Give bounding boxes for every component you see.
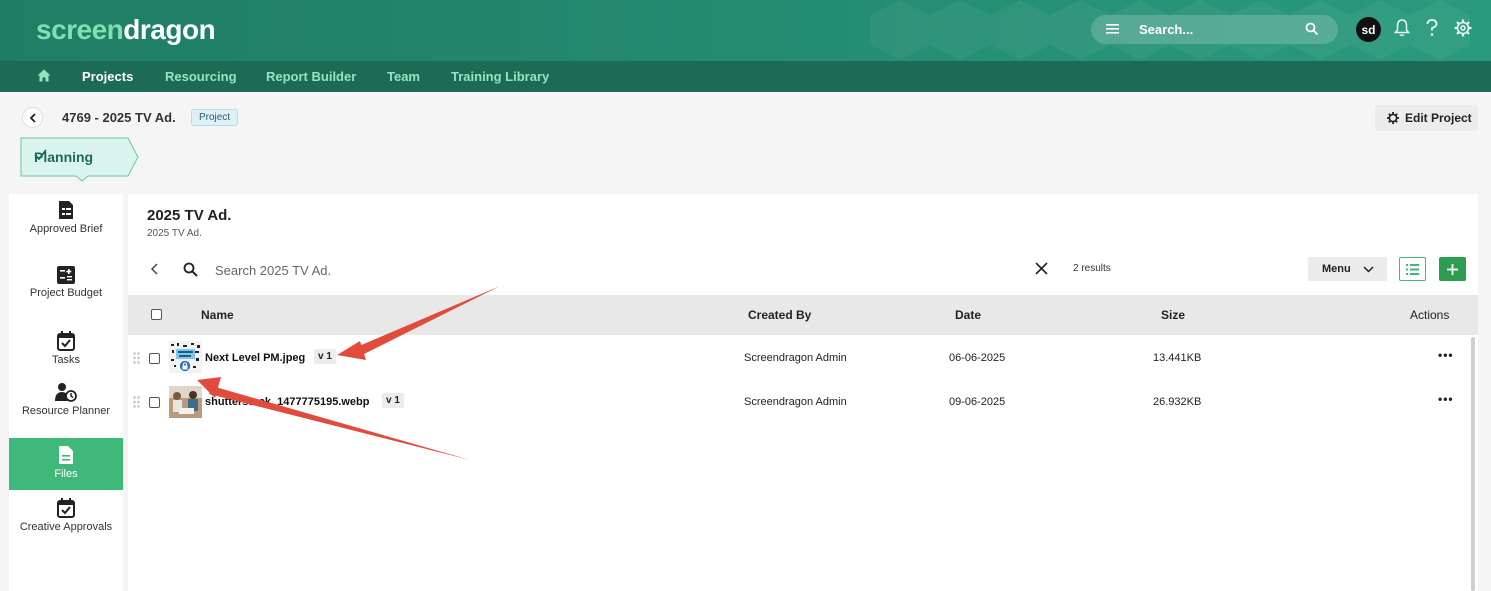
brand-logo[interactable]: screendragon	[36, 14, 216, 46]
table-header: Name Created By Date Size Actions	[128, 295, 1478, 335]
file-date: 09-06-2025	[949, 396, 1006, 408]
chevron-left-icon[interactable]	[150, 262, 160, 276]
global-search[interactable]	[1091, 15, 1338, 44]
row-checkbox[interactable]	[149, 353, 160, 364]
close-icon[interactable]	[1035, 262, 1048, 275]
project-type-badge: Project	[191, 109, 239, 126]
add-file-button[interactable]	[1439, 257, 1466, 281]
file-thumbnail[interactable]	[169, 341, 202, 373]
project-title: 4769 - 2025 TV Ad.	[62, 110, 176, 125]
nav-resourcing[interactable]: Resourcing	[165, 69, 237, 84]
top-header: screendragon sd	[0, 0, 1491, 61]
nav-training-library[interactable]: Training Library	[451, 69, 549, 84]
list-icon	[1406, 263, 1419, 275]
select-all-checkbox[interactable]	[151, 309, 162, 320]
sidebar-item-resource-planner[interactable]: Resource Planner	[9, 382, 123, 432]
column-date[interactable]: Date	[955, 308, 981, 322]
table-row[interactable]: Next Level PM.jpeg v 1 Screendragon Admi…	[128, 336, 1468, 380]
file-icon	[59, 446, 73, 464]
global-search-input[interactable]	[1139, 20, 1289, 39]
search-icon[interactable]	[1305, 22, 1319, 36]
row-checkbox[interactable]	[149, 397, 160, 408]
list-view-button[interactable]	[1399, 257, 1426, 281]
check-icon	[34, 149, 47, 160]
bell-icon[interactable]	[1394, 19, 1410, 37]
sidebar-item-creative-approvals[interactable]: Creative Approvals	[9, 498, 123, 554]
file-name[interactable]: shutterstock_1477775195.webp	[205, 396, 369, 408]
sidebar-item-tasks[interactable]: Tasks	[9, 331, 123, 377]
files-search-input[interactable]	[215, 261, 515, 279]
calendar-check-icon	[57, 498, 75, 518]
nav-projects[interactable]: Projects	[82, 69, 133, 84]
results-count: 2 results	[1073, 263, 1111, 274]
table-row[interactable]: shutterstock_1477775195.webp v 1 Screend…	[128, 380, 1468, 424]
drag-handle-icon[interactable]	[133, 352, 140, 364]
created-by: Screendragon Admin	[744, 352, 847, 364]
column-size[interactable]: Size	[1161, 308, 1185, 322]
menu-icon[interactable]	[1106, 23, 1119, 35]
main-nav: Projects Resourcing Report Builder Team …	[0, 61, 1491, 92]
gear-icon	[1387, 112, 1399, 124]
chevron-down-icon	[1363, 265, 1374, 273]
back-button[interactable]	[22, 107, 43, 128]
file-size: 13.441KB	[1153, 352, 1202, 364]
version-badge[interactable]: v 1	[382, 393, 404, 408]
table-scrollbar[interactable]	[1471, 337, 1475, 591]
help-icon[interactable]	[1425, 19, 1439, 37]
calculator-icon	[57, 266, 75, 284]
calendar-check-icon	[57, 331, 75, 351]
brief-icon	[59, 201, 73, 219]
menu-dropdown[interactable]: Menu	[1308, 257, 1387, 281]
row-actions-menu[interactable]: •••	[1438, 392, 1454, 406]
plus-icon	[1447, 263, 1458, 275]
nav-report-builder[interactable]: Report Builder	[266, 69, 356, 84]
project-sidebar: Approved Brief Project Budget Tasks Reso…	[9, 194, 123, 591]
user-avatar[interactable]: sd	[1356, 17, 1381, 42]
row-actions-menu[interactable]: •••	[1438, 348, 1454, 362]
sidebar-item-project-budget[interactable]: Project Budget	[9, 266, 123, 324]
column-name[interactable]: Name	[201, 308, 234, 322]
chevron-left-icon	[29, 112, 36, 123]
nav-team[interactable]: Team	[387, 69, 420, 84]
created-by: Screendragon Admin	[744, 396, 847, 408]
file-date: 06-06-2025	[949, 352, 1006, 364]
search-icon	[183, 262, 198, 277]
panel-title: 2025 TV Ad.	[147, 207, 232, 224]
column-actions: Actions	[1410, 308, 1450, 322]
sidebar-item-approved-brief[interactable]: Approved Brief	[9, 200, 123, 260]
sidebar-item-files[interactable]: Files	[9, 438, 123, 490]
file-thumbnail[interactable]	[169, 386, 202, 418]
settings-icon[interactable]	[1454, 19, 1472, 37]
menu-label: Menu	[1322, 263, 1351, 275]
file-name[interactable]: Next Level PM.jpeg	[205, 352, 305, 364]
version-badge[interactable]: v 1	[314, 349, 336, 364]
files-panel: 2025 TV Ad. 2025 TV Ad. 2 results Menu N…	[128, 194, 1478, 591]
user-clock-icon	[55, 383, 77, 402]
drag-handle-icon[interactable]	[133, 396, 140, 408]
edit-project-button[interactable]: Edit Project	[1375, 105, 1478, 131]
column-created-by[interactable]: Created By	[748, 308, 811, 322]
file-size: 26.932KB	[1153, 396, 1202, 408]
home-icon[interactable]	[37, 69, 51, 82]
stage-planning[interactable]: Planning	[20, 137, 140, 182]
panel-subtitle: 2025 TV Ad.	[147, 228, 202, 239]
edit-project-label: Edit Project	[1405, 111, 1472, 125]
